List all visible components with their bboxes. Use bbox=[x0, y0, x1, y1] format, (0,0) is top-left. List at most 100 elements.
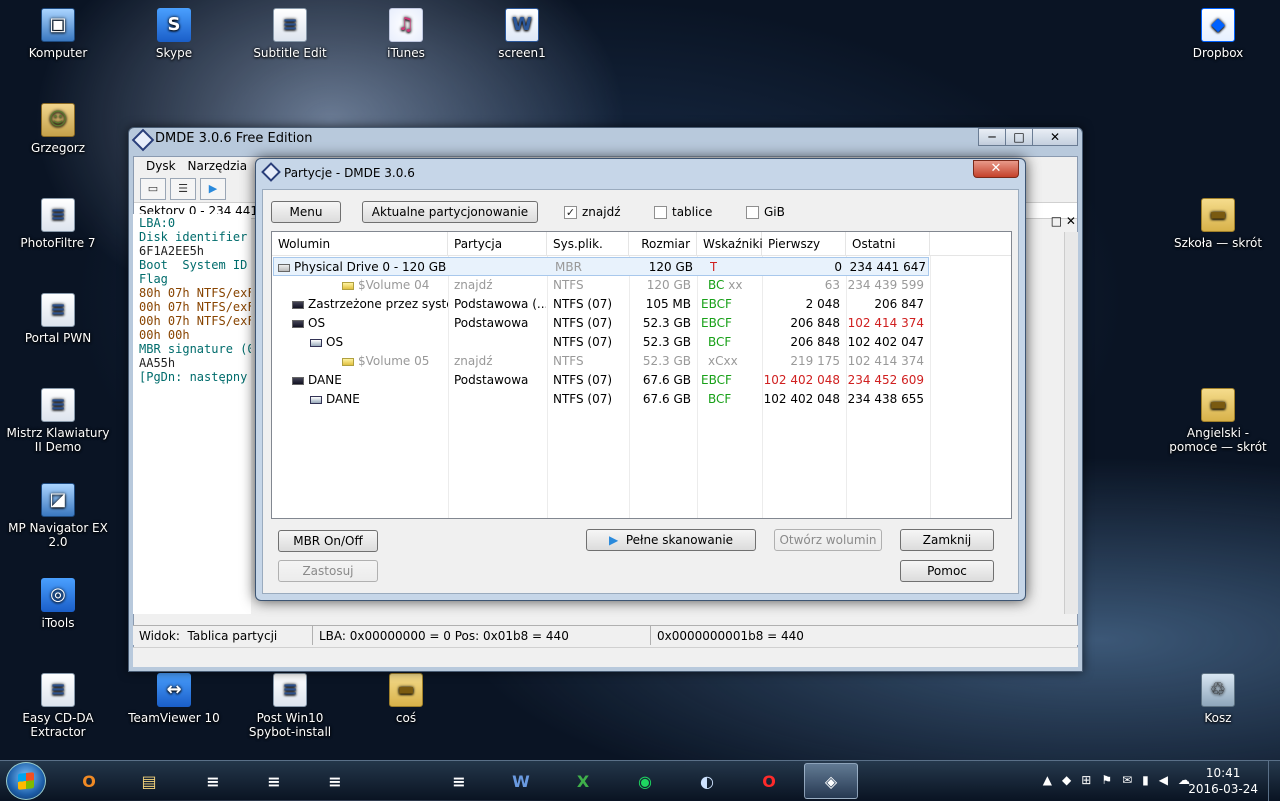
row-volume: $Volume 04 bbox=[342, 276, 448, 295]
table-row[interactable]: OS NTFS (07) 52.3 GB BCF 206 848 102 402… bbox=[272, 333, 1011, 352]
taskbar-app-icon[interactable]: ≡ bbox=[308, 763, 362, 799]
desktop-icon-post-win10[interactable]: ≡ Post Win10 Spybot-install bbox=[234, 673, 346, 739]
checkbox-box[interactable] bbox=[654, 205, 667, 219]
help-button[interactable]: Pomoc bbox=[900, 560, 994, 582]
close-button[interactable]: ✕ bbox=[1032, 128, 1078, 146]
col-ostatni[interactable]: Ostatni sekt... bbox=[846, 232, 930, 275]
main-window-titlebar[interactable]: DMDE 3.0.6 Free Edition bbox=[129, 128, 1082, 152]
network-icon[interactable]: ▮ bbox=[1142, 773, 1149, 787]
table-row[interactable]: DANE NTFS (07) 67.6 GB BCF 102 402 048 2… bbox=[272, 390, 1011, 409]
dropbox-tray-icon[interactable]: ◆ bbox=[1062, 773, 1071, 787]
desktop-icon-grzegorz[interactable]: ☺ Grzegorz bbox=[2, 103, 114, 155]
row-volume: Physical Drive 0 - 120 GB - ... bbox=[278, 258, 450, 277]
desktop-icon-teamviewer[interactable]: ↔ TeamViewer 10 bbox=[118, 673, 230, 725]
row-fs: NTFS (07) bbox=[553, 316, 613, 330]
table-row[interactable]: Physical Drive 0 - 120 GB - ... MBR 120 … bbox=[273, 257, 929, 276]
table-row[interactable]: $Volume 05 znajdź NTFS 52.3 GB xCxx 219 … bbox=[272, 352, 1011, 371]
desktop-icon-mistrz-klawiatury[interactable]: ≡ Mistrz Klawiatury II Demo bbox=[2, 388, 114, 454]
taskbar-app-icon[interactable]: ≡ bbox=[186, 763, 240, 799]
dialog-titlebar[interactable]: Partycje - DMDE 3.0.6 bbox=[256, 159, 1025, 185]
desktop-icon-screen1[interactable]: Wscreen1 bbox=[466, 8, 578, 60]
minimize-button[interactable]: ─ bbox=[978, 128, 1006, 146]
menu-dysk[interactable]: Dysk bbox=[140, 157, 182, 175]
taskbar-opera-icon[interactable]: O bbox=[742, 763, 796, 799]
start-button[interactable] bbox=[6, 762, 46, 800]
desktop-icon-szkola[interactable]: ▬ Szkoła — skrót bbox=[1162, 198, 1274, 250]
full-scan-button[interactable]: ▶ Pełne skanowanie bbox=[586, 529, 756, 551]
volume-icon[interactable]: ◀ bbox=[1159, 773, 1168, 787]
row-flags: BCF bbox=[708, 335, 732, 349]
desktop-icon-itunes[interactable]: ♫ iTunes bbox=[350, 8, 462, 60]
maximize-button[interactable]: □ bbox=[1005, 128, 1033, 146]
table-row[interactable]: OS Podstawowa NTFS (07) 52.3 GB EBCF 206… bbox=[272, 314, 1011, 333]
show-desktop-button[interactable] bbox=[1268, 761, 1280, 801]
play-tool-icon[interactable]: ▶ bbox=[200, 177, 226, 200]
clock[interactable]: 10:41 2016-03-24 bbox=[1188, 765, 1258, 797]
partitions-list[interactable]: Wolumin Partycja Sys.plik. Rozmiar Wskaź… bbox=[271, 231, 1012, 519]
drive-tool-icon[interactable]: ▭ bbox=[140, 177, 166, 200]
hex-view-pane[interactable]: LBA:0 Disk identifier 6F1A2EE5h Boot System… bbox=[133, 214, 251, 614]
mail-tray-icon[interactable]: ✉ bbox=[1122, 773, 1132, 787]
table-row[interactable]: Zastrzeżone przez system Podstawowa (...… bbox=[272, 295, 1011, 314]
table-row[interactable]: $Volume 04 znajdź NTFS 120 GB BC xx 63 2… bbox=[272, 276, 1011, 295]
desktop-icon-itools[interactable]: ◎ iTools bbox=[2, 578, 114, 630]
taskbar-spotify-icon[interactable]: ◉ bbox=[618, 763, 672, 799]
desktop-icon-angielski[interactable]: ▬ Angielski - pomoce — skrót bbox=[1162, 388, 1274, 454]
menu-button[interactable]: Menu bbox=[271, 201, 341, 223]
partition-icon bbox=[292, 319, 304, 328]
hex-line: Disk identifier bbox=[139, 230, 248, 244]
checkbox-gib[interactable]: GiB bbox=[746, 205, 785, 219]
row-size: 52.3 GB bbox=[642, 316, 691, 330]
desktop-icon-photofiltre[interactable]: ≡ PhotoFiltre 7 bbox=[2, 198, 114, 250]
checkbox-box[interactable] bbox=[746, 205, 759, 219]
taskbar-app-icon[interactable]: ≡ bbox=[247, 763, 301, 799]
col-sysplik[interactable]: Sys.plik. bbox=[547, 232, 629, 255]
row-volume-text: Zastrzeżone przez system bbox=[308, 297, 448, 311]
table-row[interactable]: DANE Podstawowa NTFS (07) 67.6 GB EBCF 1… bbox=[272, 371, 1011, 390]
desktop-icon-komputer[interactable]: ▣ Komputer bbox=[2, 8, 114, 60]
desktop-icon-dropbox[interactable]: ◆ Dropbox bbox=[1162, 8, 1274, 60]
taskbar-excel-icon[interactable]: X bbox=[556, 763, 610, 799]
desktop-icon-skype[interactable]: S Skype bbox=[118, 8, 230, 60]
apply-button[interactable]: Zastosuj bbox=[278, 560, 378, 582]
taskbar-explorer-icon[interactable]: ▤ bbox=[122, 763, 176, 799]
partitions-tool-icon[interactable]: ☰ bbox=[170, 177, 196, 200]
taskbar-dmde-icon[interactable]: ◈ bbox=[804, 763, 858, 799]
dialog-close-button[interactable]: ✕ bbox=[973, 160, 1019, 178]
col-wolumin[interactable]: Wolumin bbox=[272, 232, 448, 255]
row-fs: NTFS (07) bbox=[553, 392, 613, 406]
col-wskazniki[interactable]: Wskaźniki bbox=[697, 232, 763, 255]
teamviewer-icon: ↔ bbox=[157, 673, 191, 707]
row-volume: OS bbox=[310, 333, 448, 352]
desktop-icon-portal-pwn[interactable]: ≡ Portal PWN bbox=[2, 293, 114, 345]
col-rozmiar[interactable]: Rozmiar bbox=[629, 232, 697, 255]
scanner-icon: ◪ bbox=[41, 483, 75, 517]
taskbar-app-icon[interactable]: ◐ bbox=[680, 763, 734, 799]
desktop-icon-label: MP Navigator EX 2.0 bbox=[8, 521, 108, 549]
mbr-onoff-button[interactable]: MBR On/Off bbox=[278, 530, 378, 552]
col-pierwszy[interactable]: Pierwszy se... bbox=[762, 232, 846, 275]
menu-narzedzia[interactable]: Narzędzia bbox=[182, 157, 254, 175]
pane-controls[interactable]: □ ✕ bbox=[1051, 214, 1076, 228]
desktop-icon-easy-cd-da[interactable]: ≡ Easy CD-DA Extractor bbox=[2, 673, 114, 739]
checkbox-tablice[interactable]: tablice bbox=[654, 205, 712, 219]
desktop-icon-kosz[interactable]: ♲ Kosz bbox=[1162, 673, 1274, 725]
close-dialog-button[interactable]: Zamknij bbox=[900, 529, 994, 551]
checkbox-znajdz[interactable]: ✓ znajdź bbox=[564, 205, 621, 219]
windows-tray-icon[interactable]: ⊞ bbox=[1081, 773, 1091, 787]
itools-icon: ◎ bbox=[41, 578, 75, 612]
action-center-icon[interactable]: ⚑ bbox=[1101, 773, 1112, 787]
vertical-scrollbar[interactable] bbox=[1064, 232, 1078, 614]
checkbox-box[interactable]: ✓ bbox=[564, 205, 577, 219]
col-partycja[interactable]: Partycja bbox=[448, 232, 547, 255]
current-partitioning-button[interactable]: Aktualne partycjonowanie bbox=[362, 201, 538, 223]
desktop-icon-mp-navigator[interactable]: ◪ MP Navigator EX 2.0 bbox=[2, 483, 114, 549]
desktop-icon-subtitle-edit[interactable]: ≡ Subtitle Edit bbox=[234, 8, 346, 60]
taskbar-app-icon[interactable]: ≡ bbox=[432, 763, 486, 799]
row-flags: EBCF bbox=[701, 373, 732, 387]
taskbar-outlook-icon[interactable]: O bbox=[62, 763, 116, 799]
desktop-icon-cos[interactable]: ▬ coś bbox=[350, 673, 462, 725]
tray-expand-icon[interactable]: ▲ bbox=[1043, 773, 1052, 787]
open-volume-button[interactable]: Otwórz wolumin bbox=[774, 529, 882, 551]
taskbar-word-icon[interactable]: W bbox=[494, 763, 548, 799]
